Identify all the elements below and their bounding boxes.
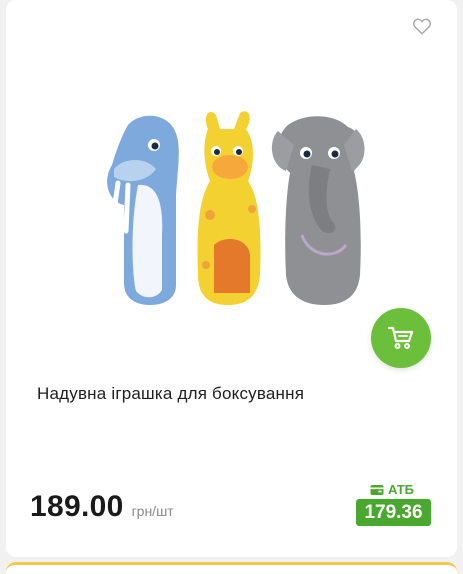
atb-card-label: АТБ [370, 482, 414, 497]
product-image[interactable] [98, 85, 368, 355]
wallet-card-icon [370, 484, 384, 495]
cart-icon [387, 326, 414, 349]
seal-toy [107, 115, 179, 305]
atb-label-text: АТБ [388, 482, 415, 497]
atb-price-badge: 179.36 [356, 499, 431, 526]
product-title[interactable]: Надувна іграшка для боксування [37, 383, 427, 405]
price-value: 189.00 [30, 490, 124, 523]
giraffe-toy [197, 111, 261, 305]
price-unit: грн/шт [131, 503, 174, 519]
next-product-card[interactable] [6, 562, 457, 574]
price-block: 189.00 грн/шт [30, 490, 174, 524]
add-to-cart-button[interactable] [371, 308, 431, 368]
elephant-toy [271, 116, 365, 305]
favorite-button[interactable] [411, 15, 433, 37]
product-card[interactable]: Надувна іграшка для боксування 189.00 гр… [6, 0, 457, 557]
heart-outline-icon [412, 18, 432, 35]
